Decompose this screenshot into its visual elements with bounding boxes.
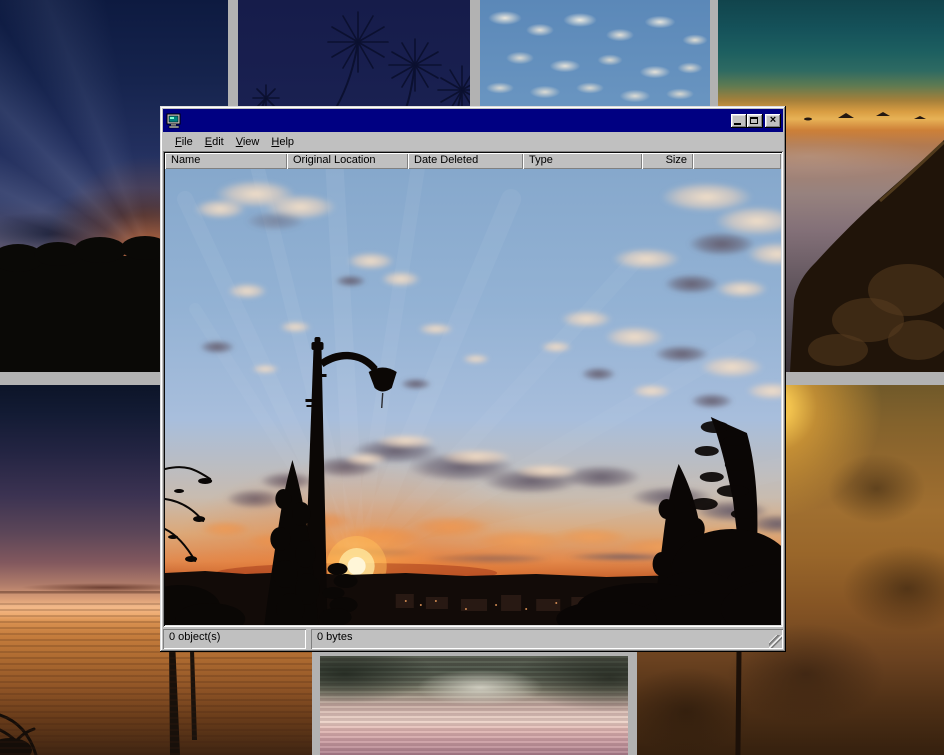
wallpaper-photo-water-reflection [320, 656, 628, 755]
maximize-button[interactable] [747, 114, 763, 128]
menu-view[interactable]: View [230, 134, 266, 150]
menu-bar: File Edit View Help [163, 132, 783, 151]
resize-grip[interactable] [769, 635, 782, 648]
viewer-photo-street-lamp-sunset [165, 169, 781, 625]
status-bar: 0 object(s) 0 bytes [163, 629, 783, 649]
column-header-original-location[interactable]: Original Location [287, 153, 408, 169]
close-button[interactable]: × [765, 114, 781, 128]
maximize-icon [750, 117, 758, 124]
close-icon: × [765, 114, 781, 126]
column-header-size[interactable]: Size [642, 153, 693, 169]
minimize-icon [734, 123, 741, 125]
list-view[interactable]: Name Original Location Date Deleted Type… [163, 151, 783, 627]
computer-icon [166, 113, 183, 129]
title-bar[interactable]: × [163, 109, 783, 132]
status-object-count: 0 object(s) [163, 629, 306, 649]
menu-edit[interactable]: Edit [199, 134, 230, 150]
list-column-headers: Name Original Location Date Deleted Type… [165, 153, 781, 169]
minimize-button[interactable] [731, 114, 747, 128]
status-total-size: 0 bytes [311, 629, 783, 649]
column-header-type[interactable]: Type [523, 153, 642, 169]
sunset-photo-art [165, 169, 781, 625]
column-header-empty[interactable] [693, 153, 781, 169]
column-header-name[interactable]: Name [165, 153, 287, 169]
recycle-bin-window[interactable]: × File Edit View Help Name Original Loca… [160, 106, 786, 652]
column-header-date-deleted[interactable]: Date Deleted [408, 153, 523, 169]
menu-file[interactable]: File [169, 134, 199, 150]
menu-help[interactable]: Help [265, 134, 300, 150]
